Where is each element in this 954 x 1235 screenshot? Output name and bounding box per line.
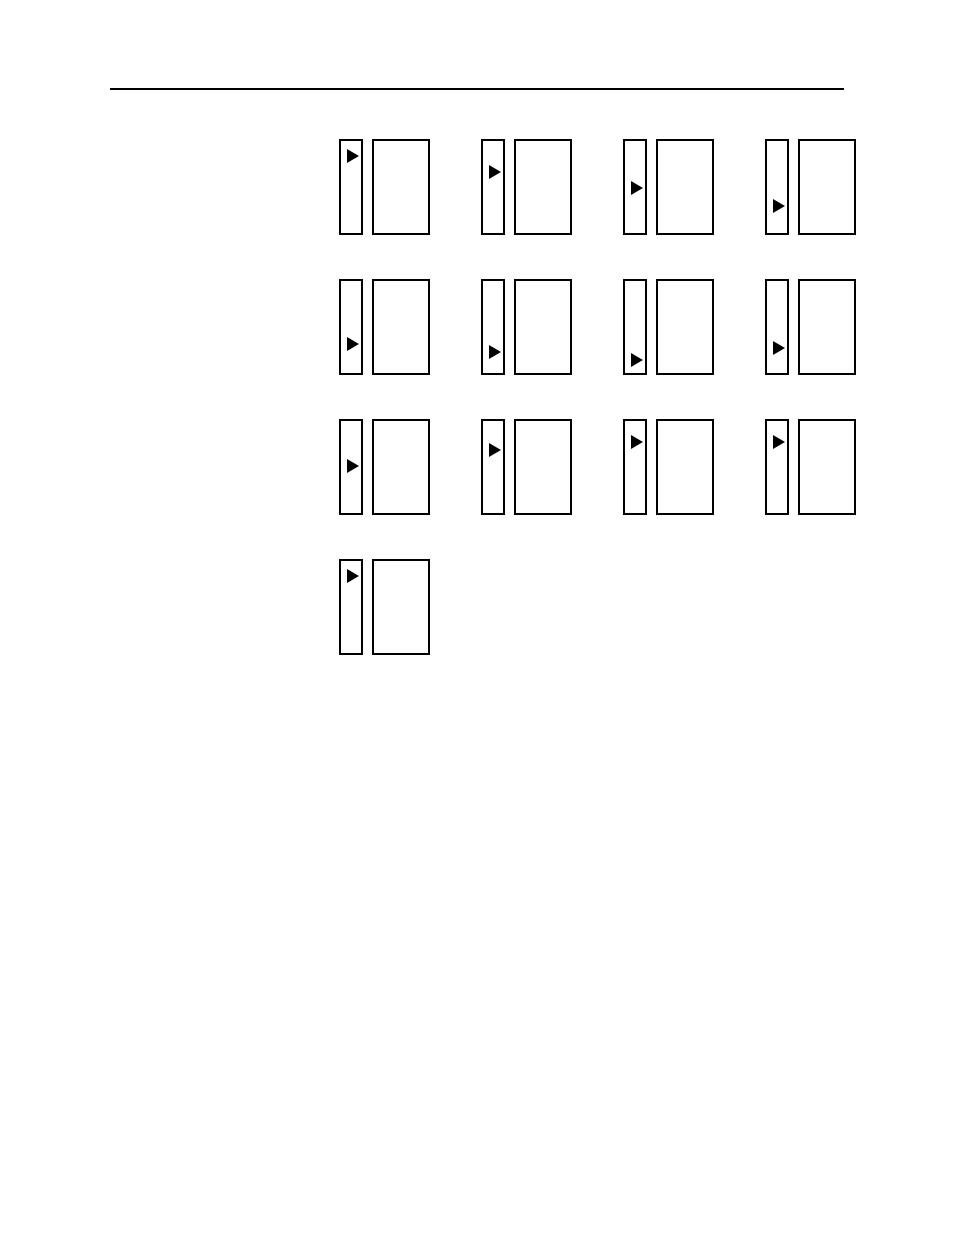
diagram-row xyxy=(339,419,909,517)
diagram-cell xyxy=(481,139,573,237)
wide-box xyxy=(798,139,856,235)
diagram-cell xyxy=(623,279,715,377)
narrow-box xyxy=(623,419,647,515)
narrow-box xyxy=(623,139,647,235)
play-icon xyxy=(773,435,785,449)
wide-box xyxy=(372,139,430,235)
play-icon xyxy=(631,435,643,449)
play-icon xyxy=(773,341,785,355)
wide-box xyxy=(798,279,856,375)
narrow-box xyxy=(765,279,789,375)
play-icon xyxy=(489,345,501,359)
wide-box xyxy=(372,279,430,375)
wide-box xyxy=(372,559,430,655)
narrow-box xyxy=(765,139,789,235)
narrow-box xyxy=(623,279,647,375)
narrow-box xyxy=(481,139,505,235)
diagram-cell xyxy=(339,279,431,377)
diagram-cell xyxy=(623,419,715,517)
diagram-cell xyxy=(623,139,715,237)
play-icon xyxy=(631,181,643,195)
play-icon xyxy=(347,459,359,473)
diagram-cell xyxy=(481,279,573,377)
narrow-box xyxy=(339,139,363,235)
diagram-cell xyxy=(481,419,573,517)
narrow-box xyxy=(765,419,789,515)
wide-box xyxy=(514,419,572,515)
play-icon xyxy=(347,149,359,163)
wide-box xyxy=(514,139,572,235)
wide-box xyxy=(372,419,430,515)
diagram-cell xyxy=(765,419,857,517)
diagram-grid xyxy=(339,139,909,657)
diagram-cell xyxy=(765,279,857,377)
wide-box xyxy=(656,419,714,515)
play-icon xyxy=(489,443,501,457)
diagram-row xyxy=(339,279,909,377)
narrow-box xyxy=(339,559,363,655)
narrow-box xyxy=(339,279,363,375)
narrow-box xyxy=(481,279,505,375)
diagram-cell xyxy=(765,139,857,237)
wide-box xyxy=(514,279,572,375)
narrow-box xyxy=(481,419,505,515)
wide-box xyxy=(798,419,856,515)
diagram-cell xyxy=(339,559,431,657)
diagram-row xyxy=(339,139,909,237)
play-icon xyxy=(347,337,359,351)
play-icon xyxy=(773,199,785,213)
diagram-cell xyxy=(339,419,431,517)
diagram-row xyxy=(339,559,909,657)
play-icon xyxy=(347,569,359,583)
diagram-cell xyxy=(339,139,431,237)
play-icon xyxy=(489,165,501,179)
horizontal-rule xyxy=(110,88,844,90)
wide-box xyxy=(656,139,714,235)
narrow-box xyxy=(339,419,363,515)
wide-box xyxy=(656,279,714,375)
play-icon xyxy=(631,353,643,367)
